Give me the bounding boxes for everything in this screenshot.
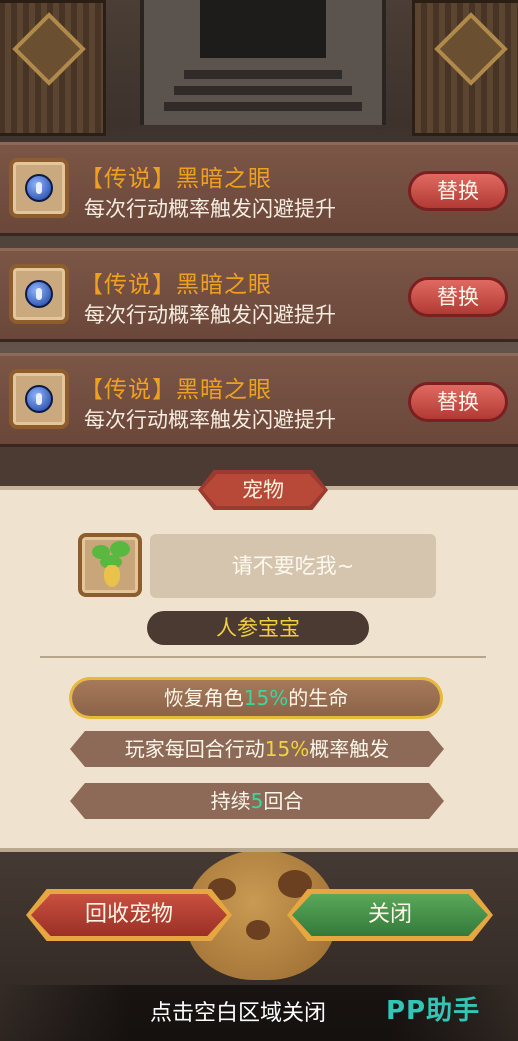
pet-name-label: 人参宝宝 — [147, 611, 369, 645]
pillar-right-ornament — [412, 0, 518, 136]
watermark-logo: PP助手 — [386, 996, 481, 1026]
pet-panel-title: 宠物 — [242, 478, 284, 502]
skill-row: 【传说】黑暗之眼 每次行动概率触发闪避提升 替换 — [0, 248, 518, 342]
skill-description: 每次行动概率触发闪避提升 — [84, 303, 336, 327]
skill-title: 【传说】黑暗之眼 — [80, 166, 272, 192]
replace-button[interactable]: 替换 — [408, 382, 508, 422]
pet-effect-duration: 持续5回合 — [70, 783, 444, 819]
skill-row: 【传说】黑暗之眼 每次行动概率触发闪避提升 替换 — [0, 142, 518, 236]
replace-button[interactable]: 替换 — [408, 171, 508, 211]
temple-doorway — [140, 0, 386, 125]
replace-button[interactable]: 替换 — [408, 277, 508, 317]
pillar-left-ornament — [0, 0, 106, 136]
skill-title: 【传说】黑暗之眼 — [80, 272, 272, 298]
blue-orb-icon — [9, 158, 69, 218]
blue-orb-icon — [9, 264, 69, 324]
blue-orb-icon — [9, 369, 69, 429]
pet-effect-trigger: 玩家每回合行动15%概率触发 — [70, 731, 444, 767]
skill-title: 【传说】黑暗之眼 — [80, 377, 272, 403]
tap-to-close-hint[interactable]: 点击空白区域关闭 — [150, 995, 326, 1027]
skill-description: 每次行动概率触发闪避提升 — [84, 197, 336, 221]
skill-description: 每次行动概率触发闪避提升 — [84, 408, 336, 432]
recycle-pet-button[interactable]: 回收宠物 — [26, 889, 232, 941]
pet-panel-tab: 宠物 — [198, 470, 328, 510]
ginseng-sprout-icon — [78, 533, 142, 597]
skill-row: 【传说】黑暗之眼 每次行动概率触发闪避提升 替换 — [0, 353, 518, 447]
divider — [40, 656, 486, 658]
close-button[interactable]: 关闭 — [287, 889, 493, 941]
pet-effect-heal: 恢复角色15%的生命 — [72, 680, 440, 716]
pet-speech-bubble: 请不要吃我~ — [150, 534, 436, 598]
